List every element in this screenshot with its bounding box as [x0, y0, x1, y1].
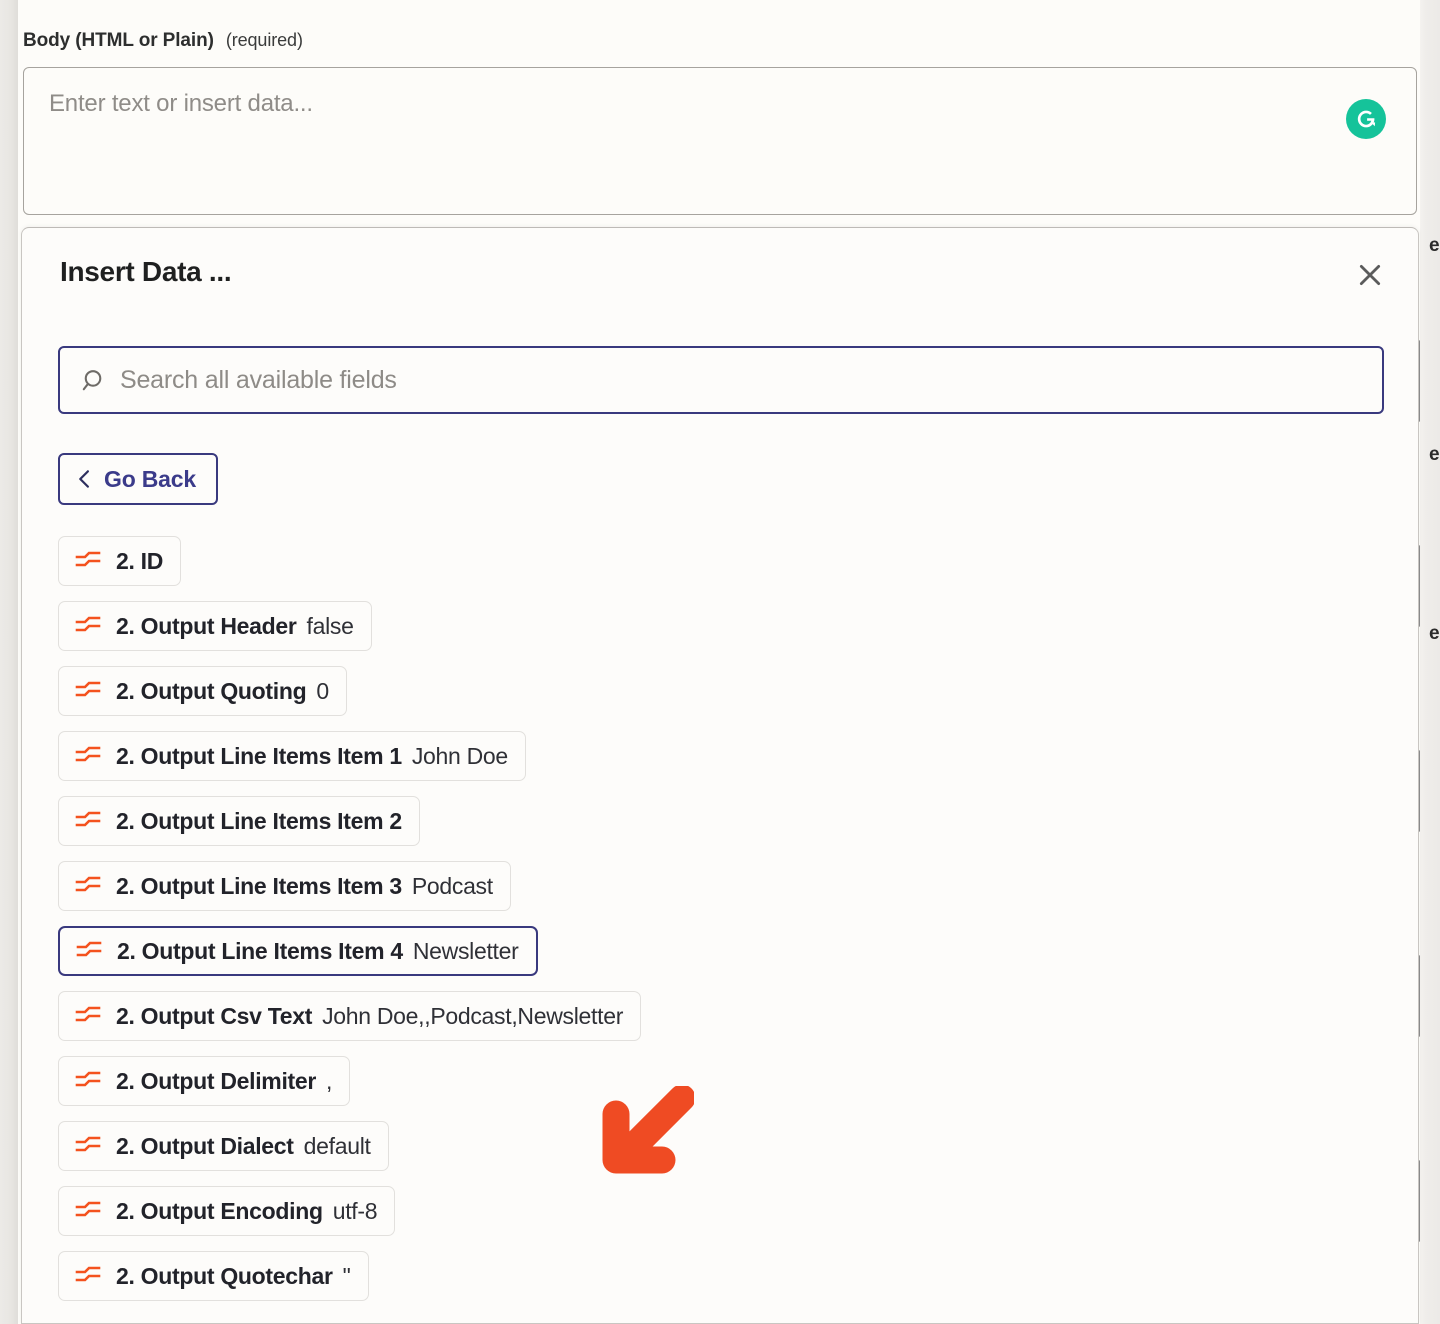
data-transform-icon: [75, 681, 101, 701]
field-pill-name: 2. Output Delimiter: [116, 1067, 317, 1094]
field-pill-name: 2. Output Line Items Item 4: [117, 937, 403, 964]
field-pill[interactable]: 2. ID: [58, 536, 182, 586]
search-field[interactable]: [58, 346, 1384, 414]
data-transform-icon: [75, 1136, 101, 1156]
field-pill[interactable]: 2. Output Quotechar ": [58, 1251, 369, 1301]
insert-data-modal: Insert Data ... Go Back 2. ID 2. Output H…: [21, 227, 1419, 1324]
chevron-left-icon: [76, 467, 93, 491]
background-text-fragment: e: [1429, 447, 1440, 462]
search-icon: [79, 367, 106, 394]
field-pill-value: utf-8: [332, 1197, 378, 1224]
available-fields-list: 2. ID 2. Output Header false 2. Output Quot…: [58, 536, 1398, 1316]
body-field-label-text: Body (HTML or Plain): [23, 30, 214, 51]
grammarly-icon[interactable]: [1346, 99, 1386, 139]
close-icon[interactable]: [1350, 255, 1390, 295]
field-pill-name: 2. ID: [116, 547, 164, 574]
data-transform-icon: [75, 1071, 101, 1091]
field-pill-name: 2. Output Quoting: [116, 677, 307, 704]
field-pill[interactable]: 2. Output Encoding utf-8: [58, 1186, 396, 1236]
data-transform-icon: [75, 1266, 101, 1286]
search-input[interactable]: [120, 360, 1382, 400]
field-pill-name: 2. Output Quotechar: [116, 1262, 333, 1289]
field-pill[interactable]: 2. Output Line Items Item 2: [58, 796, 420, 846]
field-pill[interactable]: 2. Output Delimiter,: [58, 1056, 351, 1106]
body-field-label: Body (HTML or Plain) (required): [23, 30, 303, 52]
field-pill-name: 2. Output Header: [116, 612, 297, 639]
data-transform-icon: [75, 746, 101, 766]
field-pill[interactable]: 2. Output Line Items Item 1 John Doe: [58, 731, 526, 781]
left-app-gutter: [0, 0, 18, 1324]
go-back-button[interactable]: Go Back: [58, 453, 218, 505]
data-transform-icon: [75, 811, 101, 831]
data-transform-icon: [75, 616, 101, 636]
modal-title: Insert Data ...: [60, 256, 232, 287]
data-transform-icon: [76, 941, 102, 961]
field-pill[interactable]: 2. Output Dialect default: [58, 1121, 389, 1171]
background-text-fragment: e: [1429, 238, 1440, 253]
field-pill-value: 0: [316, 677, 329, 704]
field-pill-value: ": [342, 1262, 351, 1289]
field-pill-value: John Doe,,Podcast,Newsletter: [322, 1002, 624, 1029]
data-transform-icon: [75, 551, 101, 571]
field-pill-value: John Doe: [411, 742, 508, 769]
field-pill[interactable]: 2. Output Line Items Item 3 Podcast: [58, 861, 511, 911]
right-app-gutter: [1420, 0, 1440, 1324]
field-pill-name: 2. Output Csv Text: [116, 1002, 313, 1029]
field-pill-name: 2. Output Line Items Item 1: [116, 742, 402, 769]
data-transform-icon: [75, 1006, 101, 1026]
body-textarea[interactable]: Enter text or insert data...: [23, 67, 1417, 215]
field-pill-value: Podcast: [411, 872, 493, 899]
field-pill-value: false: [306, 612, 354, 639]
field-pill-name: 2. Output Encoding: [116, 1197, 323, 1224]
field-pill-name: 2. Output Line Items Item 2: [116, 807, 402, 834]
body-field-required-note: (required): [225, 30, 303, 50]
data-transform-icon: [75, 876, 101, 896]
background-text-fragment: e: [1429, 626, 1440, 641]
field-pill-selected[interactable]: 2. Output Line Items Item 4 Newsletter: [58, 926, 538, 976]
field-pill-value: ,: [326, 1067, 333, 1094]
field-pill-value: Newsletter: [412, 937, 519, 964]
go-back-label: Go Back: [104, 465, 196, 492]
field-pill[interactable]: 2. Output Csv Text John Doe,,Podcast,News…: [58, 991, 642, 1041]
field-pill-name: 2. Output Line Items Item 3: [116, 872, 402, 899]
body-textarea-placeholder: Enter text or insert data...: [49, 90, 313, 117]
field-pill[interactable]: 2. Output Quoting 0: [58, 666, 347, 716]
data-transform-icon: [75, 1201, 101, 1221]
field-pill-value: default: [303, 1132, 371, 1159]
field-pill-name: 2. Output Dialect: [116, 1132, 294, 1159]
field-pill[interactable]: 2. Output Header false: [58, 601, 372, 651]
